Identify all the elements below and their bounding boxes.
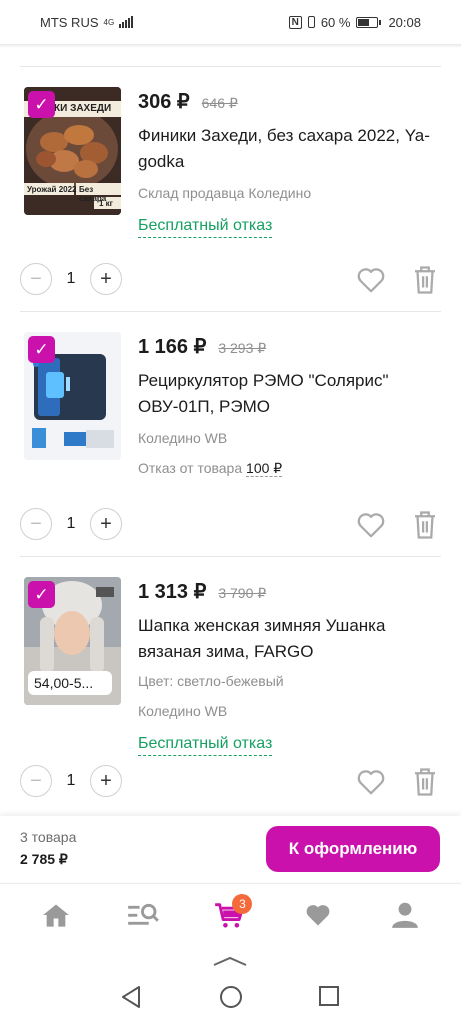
size-label: 54,00-5...: [28, 671, 112, 695]
old-price: 3 790 ₽: [218, 585, 267, 601]
tab-profile[interactable]: [375, 890, 435, 940]
old-price: 3 293 ₽: [218, 340, 267, 356]
cart-item: 54,00-5... ✓ 1 313 ₽ 3 790 ₽ Шапка женск…: [0, 557, 461, 801]
tab-cart[interactable]: 3: [200, 890, 260, 940]
quantity-stepper: − 1 +: [20, 765, 122, 797]
product-title[interactable]: Финики Захеди, без сахара 2022, Ya-godka: [138, 123, 438, 175]
cart-list[interactable]: КИ ЗАХЕДИ Урожай 2022 Без сахара 1 кг ✓ …: [0, 44, 461, 816]
cart-item: КИ ЗАХЕДИ Урожай 2022 Без сахара 1 кг ✓ …: [0, 67, 461, 311]
price-row: 1 166 ₽ 3 293 ₽: [138, 334, 266, 359]
recents-icon[interactable]: [318, 985, 340, 1007]
status-bar: MTS RUS 4G N 60 % 20:08: [0, 0, 461, 44]
favorite-heart-icon[interactable]: [356, 768, 386, 796]
order-summary: 3 товара 2 785 ₽ К оформлению: [0, 816, 461, 882]
select-checkbox[interactable]: ✓: [28, 336, 55, 363]
quantity-value: 1: [66, 772, 76, 789]
increment-button[interactable]: +: [90, 765, 122, 797]
battery-percent: 60 %: [320, 14, 351, 30]
battery-icon: [356, 16, 382, 28]
profile-icon: [392, 902, 419, 928]
warehouse: Склад продавца Коледино: [138, 185, 312, 201]
product-image[interactable]: ✓: [24, 332, 121, 460]
product-image[interactable]: КИ ЗАХЕДИ Урожай 2022 Без сахара 1 кг ✓: [24, 87, 121, 215]
favorite-heart-icon[interactable]: [356, 511, 386, 539]
quantity-stepper: − 1 +: [20, 508, 122, 540]
price-row: 306 ₽ 646 ₽: [138, 89, 238, 114]
catalog-search-icon: [128, 903, 159, 925]
refund-link[interactable]: Бесплатный отказ: [138, 735, 273, 756]
home-icon: [42, 904, 69, 927]
refund-info: Отказ от товара 100 ₽: [138, 460, 283, 477]
quantity-value: 1: [66, 270, 76, 287]
cart-badge: 3: [232, 893, 253, 914]
system-navigation: [0, 945, 461, 1024]
price-row: 1 313 ₽ 3 790 ₽: [138, 579, 266, 604]
trash-icon[interactable]: [412, 265, 438, 295]
refund-amount-link[interactable]: 100 ₽: [246, 460, 283, 477]
decrement-button[interactable]: −: [20, 765, 52, 797]
thumb-caption: КИ ЗАХЕДИ: [54, 103, 112, 114]
trash-icon[interactable]: [412, 767, 438, 797]
vibrate-icon: [307, 16, 315, 28]
increment-button[interactable]: +: [90, 263, 122, 295]
chevron-up-icon[interactable]: [212, 955, 248, 967]
price: 306 ₽: [138, 91, 190, 113]
quantity-stepper: − 1 +: [20, 263, 122, 295]
checkout-button[interactable]: К оформлению: [266, 826, 440, 872]
product-title[interactable]: Рециркулятор РЭМО "Солярис" ОВУ-01П, РЭМ…: [138, 368, 438, 420]
bottom-tab-bar: 3: [0, 883, 461, 945]
network-label: 4G: [103, 17, 115, 27]
select-checkbox[interactable]: ✓: [28, 581, 55, 608]
price: 1 166 ₽: [138, 336, 207, 358]
home-circle-icon[interactable]: [219, 985, 243, 1009]
heart-icon: [306, 904, 330, 925]
tab-favorites[interactable]: [288, 890, 348, 940]
nfc-icon: N: [288, 15, 302, 29]
product-title[interactable]: Шапка женская зимняя Ушанка вязаная зима…: [138, 613, 438, 665]
product-image[interactable]: 54,00-5... ✓: [24, 577, 121, 705]
thumb-caption: Урожай 2022: [27, 185, 77, 194]
warehouse: Коледино WB: [138, 430, 228, 446]
price: 1 313 ₽: [138, 581, 207, 603]
old-price: 646 ₽: [201, 95, 238, 111]
clock: 20:08: [388, 14, 421, 30]
increment-button[interactable]: +: [90, 508, 122, 540]
refund-link[interactable]: Бесплатный отказ: [138, 217, 273, 238]
tab-home[interactable]: [26, 890, 86, 940]
refund-label: Отказ от товара: [138, 460, 243, 476]
carrier-label: MTS RUS: [40, 14, 99, 30]
trash-icon[interactable]: [412, 510, 438, 540]
thumb-caption: 1 кг: [99, 199, 114, 208]
signal-icon: [119, 16, 134, 28]
decrement-button[interactable]: −: [20, 508, 52, 540]
favorite-heart-icon[interactable]: [356, 266, 386, 294]
item-count: 3 товара: [20, 829, 77, 845]
tab-catalog[interactable]: [113, 890, 173, 940]
back-icon[interactable]: [120, 985, 142, 1009]
quantity-value: 1: [66, 515, 76, 532]
select-checkbox[interactable]: ✓: [28, 91, 55, 118]
cart-item: ✓ 1 166 ₽ 3 293 ₽ Рециркулятор РЭМО "Сол…: [0, 312, 461, 556]
total-price: 2 785 ₽: [20, 851, 68, 867]
warehouse: Коледино WB: [138, 703, 228, 719]
color-info: Цвет: светло-бежевый: [138, 673, 284, 689]
decrement-button[interactable]: −: [20, 263, 52, 295]
